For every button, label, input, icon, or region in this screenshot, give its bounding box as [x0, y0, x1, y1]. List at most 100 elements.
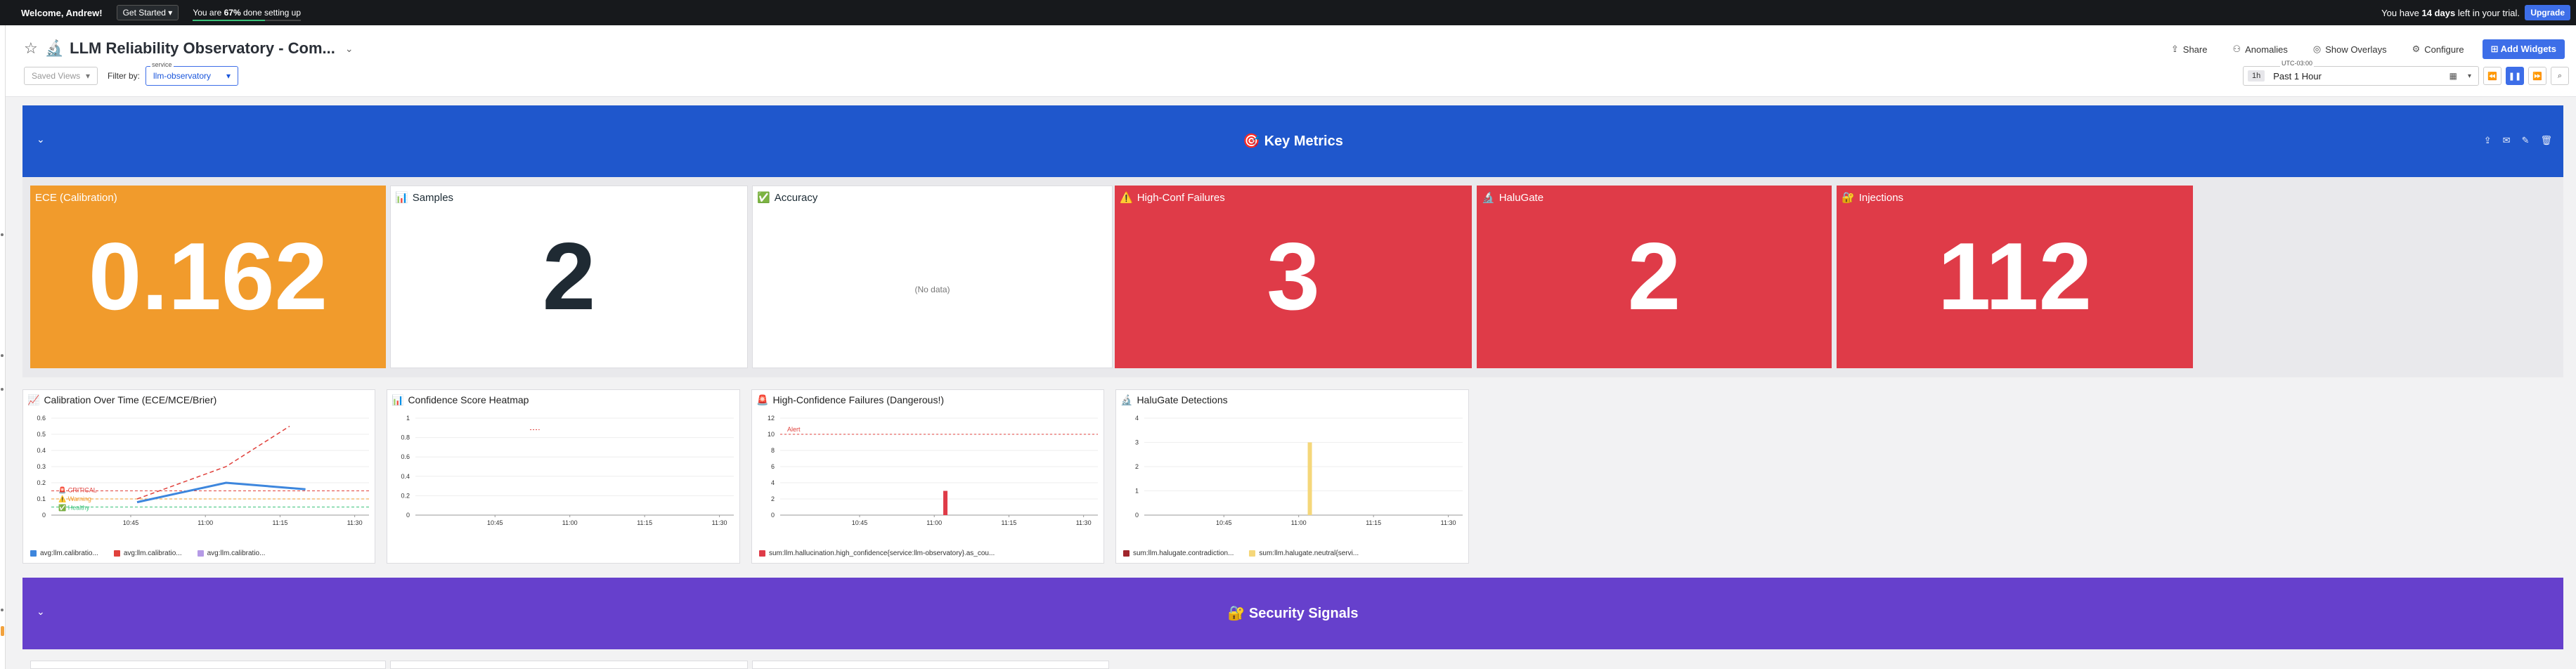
widget-partial[interactable] [752, 661, 1109, 669]
group-key-metrics: ⌄ 🎯 Key Metrics ⇪ ✉ ✎ 🗑 [22, 105, 2563, 177]
zoom-out-button[interactable]: ⌕ [2551, 67, 2569, 85]
show-overlays-button[interactable]: ◎ Show Overlays [2313, 44, 2387, 55]
heatmap-chart[interactable]: 0 0.2 0.4 0.6 0.8 1 10:45 11:00 11:15 11:30 [387, 410, 741, 543]
x-tick-label: 11:30 [1441, 519, 1456, 526]
y-tick-label: 0.3 [37, 463, 46, 470]
widget-header: 🚨 High-Confidence Failures (Dangerous!) [752, 390, 1103, 410]
pause-button[interactable]: ❚❚ [2506, 67, 2524, 85]
saved-views-select[interactable]: Saved Views ▾ [24, 67, 98, 85]
widget-title: High-Conf Failures [1137, 191, 1225, 204]
widget-partial[interactable] [30, 661, 386, 669]
time-range-picker[interactable]: UTC-03:00 1h Past 1 Hour ▦ ▾ [2243, 60, 2479, 86]
legend-item[interactable]: avg:llm.calibratio... [30, 550, 98, 557]
x-tick-label: 10:45 [487, 519, 503, 526]
star-icon[interactable]: ☆ [24, 39, 38, 58]
y-tick-label: 0.2 [37, 479, 46, 486]
failures-chart[interactable]: 0 2 4 6 8 10 12 10:45 11:00 11:15 11:30 Alert [752, 410, 1105, 543]
mail-icon[interactable]: ✉ [2503, 135, 2511, 146]
nav-notification-marker[interactable] [1, 626, 4, 636]
widget-high-confidence-failures[interactable]: 🚨 High-Confidence Failures (Dangerous!) 0… [751, 389, 1104, 564]
get-started-button[interactable]: Get Started ▾ [116, 5, 179, 20]
filter-by-label: Filter by: [108, 71, 141, 81]
group-title: 🎯 Key Metrics [1243, 134, 1343, 149]
widget-halugate-detections[interactable]: 🔬 HaluGate Detections 0 1 2 3 4 10:45 11:00 11:1… [1115, 389, 1469, 564]
y-tick-label: 8 [771, 447, 775, 454]
share-button[interactable]: ⇪ Share [2171, 44, 2208, 55]
x-tick-label: 11:00 [926, 519, 942, 526]
widget-header: 📊 Samples [391, 186, 747, 209]
group-actions: ⇪ ✉ ✎ 🗑 [2473, 135, 2552, 146]
dashboard-header: ☆ 🔬 LLM Reliability Observatory - Com...… [6, 25, 2576, 97]
pencil-icon[interactable]: ✎ [2522, 135, 2530, 146]
y-tick-label: 0 [771, 512, 775, 519]
widget-samples[interactable]: 📊 Samples 2 [390, 186, 748, 368]
widget-header: ⚠️ High-Conf Failures [1115, 186, 1471, 209]
widget-calibration-over-time[interactable]: 📈 Calibration Over Time (ECE/MCE/Brier) 0… [22, 389, 375, 564]
y-tick-label: 0.5 [37, 431, 46, 438]
y-tick-label: 4 [771, 479, 775, 486]
widget-partial[interactable] [390, 661, 748, 669]
chevron-down-icon[interactable]: ⌄ [345, 43, 354, 55]
threshold-marker-label: 🚨 CRITICAL [58, 486, 97, 494]
widget-accuracy[interactable]: ✅ Accuracy (No data) [752, 186, 1113, 368]
widget-header: ECE (Calibration) [31, 186, 385, 209]
service-filter-select[interactable]: service llm-observatory ▾ [145, 61, 239, 86]
widget-high-conf-failures[interactable]: ⚠️ High-Conf Failures 3 [1115, 186, 1472, 368]
add-widgets-button[interactable]: ⊞ Add Widgets [2482, 39, 2565, 59]
overlay-icon: ◎ [2312, 44, 2322, 54]
nav-dot[interactable] [1, 609, 4, 611]
widget-halugate[interactable]: 🔬 HaluGate 2 [1477, 186, 1832, 368]
legend-label: sum:llm.halugate.neutral{servi... [1259, 550, 1359, 557]
widget-injections[interactable]: 🔐 Injections 112 [1837, 186, 2193, 368]
widget-value: 3 [1267, 223, 1320, 330]
setup-progress[interactable]: You are 67% done setting up [193, 8, 302, 21]
legend-item[interactable]: sum:llm.hallucination.high_confidence{se… [759, 550, 995, 557]
nav-dot[interactable] [1, 233, 4, 236]
dashboard-title[interactable]: LLM Reliability Observatory - Com... [70, 39, 335, 58]
widget-confidence-heatmap[interactable]: 📊 Confidence Score Heatmap 0 0.2 0.4 0.6 0.8 1… [387, 389, 740, 564]
export-icon[interactable]: ⇪ [2484, 135, 2492, 146]
widget-value: 112 [1937, 223, 2092, 330]
legend-item[interactable]: sum:llm.halugate.contradiction... [1123, 550, 1234, 557]
fast-forward-button[interactable]: ⏩ [2528, 67, 2546, 85]
legend-label: sum:llm.hallucination.high_confidence{se… [769, 550, 995, 557]
legend-item[interactable]: avg:llm.calibratio... [113, 550, 182, 557]
chevron-down-icon: ▾ [2467, 72, 2471, 80]
trash-icon[interactable]: 🗑 [2540, 135, 2552, 146]
gear-icon: ⚙ [2412, 44, 2421, 54]
widget-title: Injections [1858, 191, 1904, 204]
alert-label: Alert [787, 426, 801, 433]
upgrade-button[interactable]: Upgrade [2525, 5, 2570, 20]
anomalies-button[interactable]: ⚇ Anomalies [2232, 44, 2287, 55]
calendar-icon[interactable]: ▦ [2449, 71, 2457, 81]
fast-forward-icon: ⏩ [2532, 72, 2542, 81]
legend-item[interactable]: sum:llm.halugate.neutral{servi... [1249, 550, 1359, 557]
nav-dot[interactable] [1, 388, 4, 391]
configure-button[interactable]: ⚙ Configure [2412, 44, 2464, 55]
legend-swatch [1249, 550, 1256, 557]
title-row: ☆ 🔬 LLM Reliability Observatory - Com...… [24, 39, 354, 58]
x-tick-label: 10:45 [1216, 519, 1232, 526]
trial-days: 14 days [2421, 7, 2456, 18]
anomalies-icon: ⚇ [2232, 44, 2241, 54]
y-tick-label: 12 [768, 415, 775, 422]
widget-ece[interactable]: ECE (Calibration) 0.162 [30, 186, 386, 368]
halugate-chart[interactable]: 0 1 2 3 4 10:45 11:00 11:15 11:30 [1116, 410, 1470, 543]
calibration-chart[interactable]: 0 0.1 0.2 0.3 0.4 0.5 0.6 10:45 11:00 11:15 11:30 🚨… [23, 410, 376, 543]
widget-title: ECE (Calibration) [35, 191, 117, 204]
y-tick-label: 0.6 [401, 453, 410, 460]
widget-header: 🔬 HaluGate Detections [1116, 390, 1468, 410]
x-tick-label: 11:30 [712, 519, 727, 526]
legend-item[interactable]: avg:llm.calibratio... [197, 550, 265, 557]
share-label: Share [2182, 44, 2208, 55]
trial-prefix: You have [2381, 7, 2422, 18]
siren-icon: 🚨 [756, 394, 769, 405]
y-tick-label: 0 [42, 512, 46, 519]
rewind-button[interactable]: ⏪ [2483, 67, 2501, 85]
bar-chart-icon: 📊 [391, 394, 404, 405]
pause-icon: ❚❚ [2508, 72, 2522, 81]
add-widgets-label: Add Widgets [2500, 44, 2556, 54]
nav-dot[interactable] [1, 354, 4, 357]
widget-header: 🔬 HaluGate [1477, 186, 1831, 209]
bar-chart-icon: 📊 [395, 192, 408, 204]
